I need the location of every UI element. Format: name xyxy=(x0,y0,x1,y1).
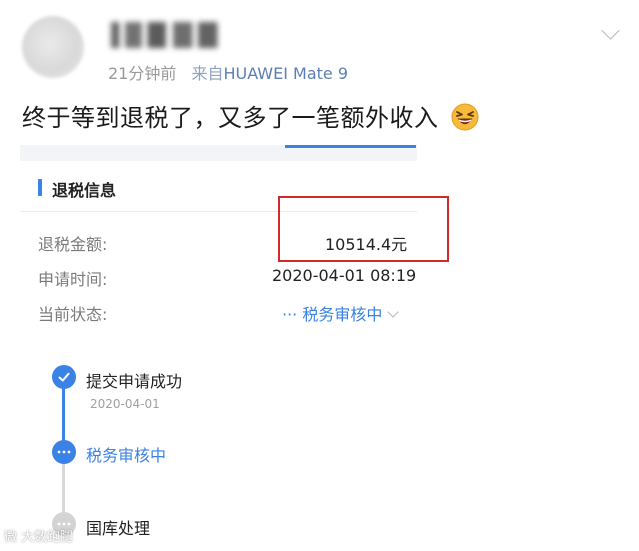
timeline-step-submitted: 提交申请成功 xyxy=(86,372,183,391)
apply-time-label: 申请时间: xyxy=(38,270,108,289)
apply-time-value: 2020-04-01 08:19 xyxy=(272,266,417,285)
highlight-box xyxy=(278,196,449,262)
post-source-prefix: 来自 xyxy=(191,64,224,83)
chevron-down-icon[interactable] xyxy=(601,21,620,40)
username-blurred[interactable] xyxy=(100,22,240,48)
check-icon xyxy=(52,365,76,389)
tab-indicator xyxy=(285,145,416,148)
current-status-value: ··· 税务审核中 xyxy=(282,305,383,324)
user-avatar[interactable] xyxy=(22,16,84,78)
post-device[interactable]: HUAWEI Mate 9 xyxy=(223,64,348,83)
card-top-bar xyxy=(20,145,417,161)
post-body: 终于等到退税了，又多了一笔额外收入 xyxy=(22,104,439,132)
weibo-post: 21分钟前 来自HUAWEI Mate 9 终于等到退税了，又多了一笔额外收入 … xyxy=(0,0,639,551)
current-status-label: 当前状态: xyxy=(38,305,108,324)
chevron-down-icon xyxy=(387,306,400,318)
timeline-step-treasury: 国库处理 xyxy=(86,519,151,538)
timeline-step-reviewing: 税务审核中 xyxy=(86,446,167,465)
post-text: 终于等到退税了，又多了一笔额外收入 xyxy=(22,98,479,133)
watermark: 微 大数跑腿 xyxy=(4,530,74,545)
post-meta: 21分钟前 来自HUAWEI Mate 9 xyxy=(108,60,348,84)
timeline-step-submitted-date: 2020-04-01 xyxy=(90,397,160,411)
more-dots-icon xyxy=(52,440,76,464)
grinning-squinting-face-icon xyxy=(451,103,479,131)
refund-amount-label: 退税金额: xyxy=(38,235,108,254)
section-title: 退税信息 xyxy=(38,177,116,201)
post-time: 21分钟前 xyxy=(108,64,177,83)
current-status-toggle[interactable]: ··· 税务审核中 xyxy=(282,301,400,325)
